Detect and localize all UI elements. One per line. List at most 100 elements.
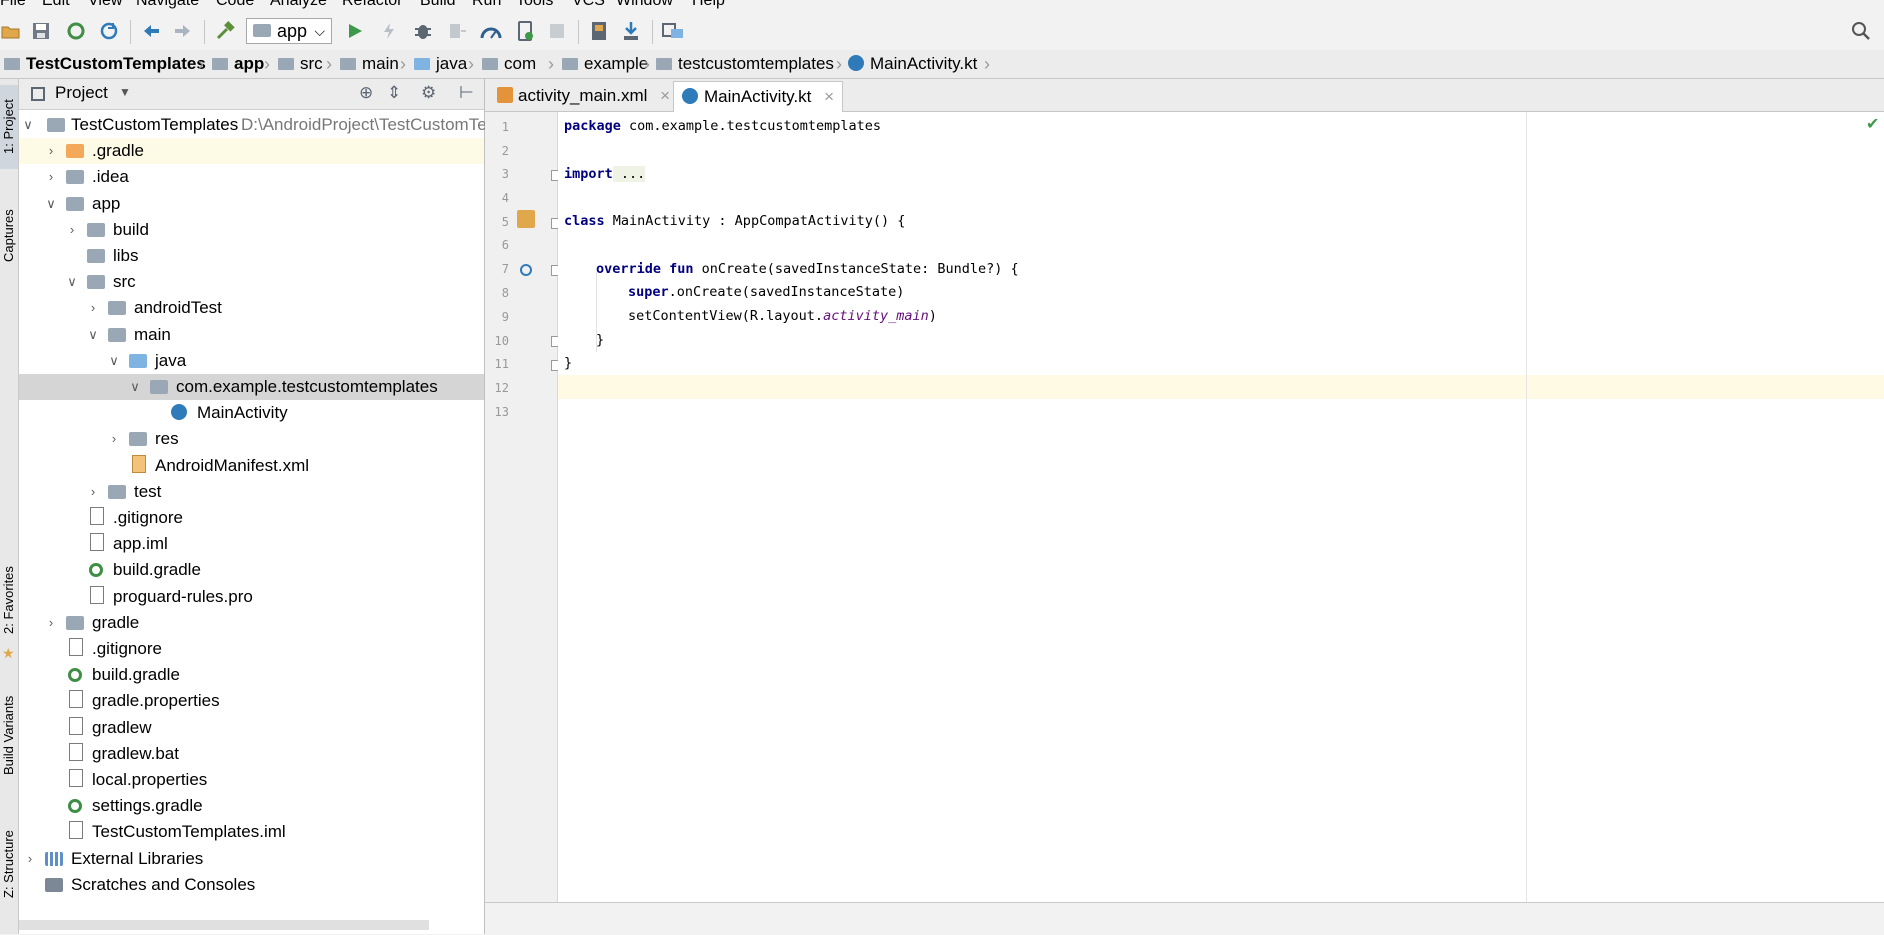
run-icon[interactable] — [344, 20, 366, 42]
menu-tools[interactable]: Tools — [516, 0, 553, 10]
profile-icon[interactable] — [480, 20, 502, 42]
tree-item[interactable]: ∨ java — [19, 348, 484, 374]
menu-vcs[interactable]: VCS — [572, 0, 605, 10]
tree-item[interactable]: .gitignore — [19, 505, 484, 531]
menu-refactor[interactable]: Refactor — [342, 0, 402, 10]
chevron-down-icon[interactable]: ∨ — [128, 374, 142, 400]
close-icon[interactable]: × — [824, 87, 834, 106]
tree-item[interactable]: › .gradle — [19, 138, 484, 165]
menu-window[interactable]: Window — [616, 0, 673, 10]
chevron-down-icon[interactable]: ▼ — [119, 85, 131, 99]
tree-item[interactable]: .gitignore — [19, 636, 484, 662]
chevron-right-icon[interactable]: › — [86, 295, 100, 321]
menu-file[interactable]: File — [0, 0, 26, 10]
project-structure-icon[interactable] — [662, 20, 684, 42]
breadcrumb-com[interactable]: com — [482, 52, 536, 76]
chevron-right-icon[interactable]: › — [65, 217, 79, 243]
chevron-right-icon[interactable]: › — [23, 846, 37, 872]
tree-item[interactable]: › External Libraries — [19, 846, 484, 872]
chevron-down-icon[interactable]: ∨ — [65, 269, 79, 295]
chevron-down-icon[interactable]: ∨ — [86, 322, 100, 348]
chevron-right-icon[interactable]: › — [107, 426, 121, 452]
tree-item[interactable]: libs — [19, 243, 484, 269]
breadcrumb-app[interactable]: app — [212, 52, 264, 76]
tree-item[interactable]: MainActivity — [19, 400, 484, 426]
chevron-down-icon[interactable]: ∨ — [107, 348, 121, 374]
menu-view[interactable]: View — [88, 0, 122, 10]
breadcrumb-package[interactable]: testcustomtemplates — [656, 52, 834, 76]
menu-navigate[interactable]: Navigate — [136, 0, 199, 10]
refresh-icon[interactable] — [98, 20, 120, 42]
horizontal-scrollbar[interactable] — [19, 920, 429, 930]
tree-item[interactable]: › res — [19, 426, 484, 452]
tree-item[interactable]: settings.gradle — [19, 793, 484, 819]
avd-manager-icon[interactable] — [514, 20, 536, 42]
tree-item[interactable]: gradle.properties — [19, 688, 484, 714]
tree-item[interactable]: build.gradle — [19, 662, 484, 688]
layout-marker-icon[interactable] — [517, 210, 535, 228]
tree-item[interactable]: build.gradle — [19, 557, 484, 583]
tab-mainactivity-kt[interactable]: MainActivity.kt × — [673, 81, 844, 112]
hide-panel-icon[interactable]: ⊢ — [459, 83, 474, 103]
tree-item[interactable]: › test — [19, 479, 484, 505]
tree-item[interactable]: proguard-rules.pro — [19, 584, 484, 610]
back-icon[interactable] — [140, 20, 162, 42]
tree-item[interactable]: › .idea — [19, 164, 484, 190]
chevron-right-icon[interactable]: › — [44, 610, 58, 636]
tab-activity-main-xml[interactable]: activity_main.xml × — [489, 81, 678, 111]
tree-item[interactable]: › gradle — [19, 610, 484, 636]
chevron-down-icon[interactable]: ∨ — [44, 191, 58, 217]
sdk-manager-icon[interactable] — [588, 20, 610, 42]
tree-root[interactable]: ∨ TestCustomTemplates D:\AndroidProject\… — [19, 112, 486, 138]
tree-item[interactable]: ∨ src — [19, 269, 484, 295]
gear-icon[interactable]: ⚙ — [421, 83, 436, 103]
tab-captures[interactable]: Captures — [0, 197, 18, 275]
menu-code[interactable]: Code — [216, 0, 254, 10]
close-icon[interactable]: × — [660, 86, 670, 105]
breadcrumb-file[interactable]: MainActivity.kt — [848, 52, 977, 76]
code-editor[interactable]: ✔ package com.example.testcustomtemplate… — [558, 112, 1884, 902]
breadcrumb-src[interactable]: src — [278, 52, 323, 76]
run-config-select[interactable]: app ⌵ — [246, 18, 332, 44]
menu-help[interactable]: Help — [692, 0, 725, 10]
tree-item[interactable]: ∨ app — [19, 191, 484, 217]
breadcrumb-project[interactable]: TestCustomTemplates — [4, 52, 206, 76]
tree-item[interactable]: AndroidManifest.xml — [19, 453, 484, 479]
menu-edit[interactable]: Edit — [42, 0, 70, 10]
open-icon[interactable] — [0, 20, 22, 42]
project-view-selector[interactable]: Project — [55, 83, 108, 103]
tree-item[interactable]: ∨ com.example.testcustomtemplates — [19, 374, 484, 400]
breadcrumb-example[interactable]: example — [562, 52, 648, 76]
menu-analyze[interactable]: Analyze — [270, 0, 327, 10]
tree-item[interactable]: › build — [19, 217, 484, 243]
attach-debugger-icon[interactable] — [446, 20, 468, 42]
tree-item[interactable]: local.properties — [19, 767, 484, 793]
tab-structure[interactable]: Z: Structure — [0, 819, 18, 909]
tree-item[interactable]: Scratches and Consoles — [19, 872, 484, 898]
tree-item[interactable]: TestCustomTemplates.iml — [19, 819, 484, 845]
tab-build-variants[interactable]: Build Variants — [0, 685, 18, 785]
collapse-all-icon[interactable]: ⇕ — [387, 83, 401, 103]
chevron-right-icon[interactable]: › — [44, 164, 58, 190]
forward-icon[interactable] — [172, 20, 194, 42]
breadcrumb-java[interactable]: java — [414, 52, 467, 76]
menu-build[interactable]: Build — [420, 0, 456, 10]
breadcrumb-main[interactable]: main — [340, 52, 399, 76]
tab-favorites[interactable]: 2: Favorites — [0, 555, 18, 645]
save-icon[interactable] — [30, 20, 52, 42]
tab-project[interactable]: 1: Project — [0, 85, 18, 169]
make-project-icon[interactable] — [214, 20, 236, 42]
apply-changes-icon[interactable] — [378, 20, 400, 42]
tree-item[interactable]: gradlew — [19, 715, 484, 741]
tree-item[interactable]: › androidTest — [19, 295, 484, 321]
menu-run[interactable]: Run — [472, 0, 501, 10]
sync-icon[interactable] — [65, 20, 87, 42]
stop-icon[interactable] — [546, 20, 568, 42]
download-icon[interactable] — [620, 20, 642, 42]
locate-icon[interactable]: ⊕ — [359, 83, 373, 103]
tree-item[interactable]: ∨ main — [19, 322, 484, 348]
chevron-right-icon[interactable]: › — [86, 479, 100, 505]
override-marker-icon[interactable] — [520, 264, 532, 276]
chevron-right-icon[interactable]: › — [44, 138, 58, 164]
search-icon[interactable] — [1850, 20, 1872, 42]
